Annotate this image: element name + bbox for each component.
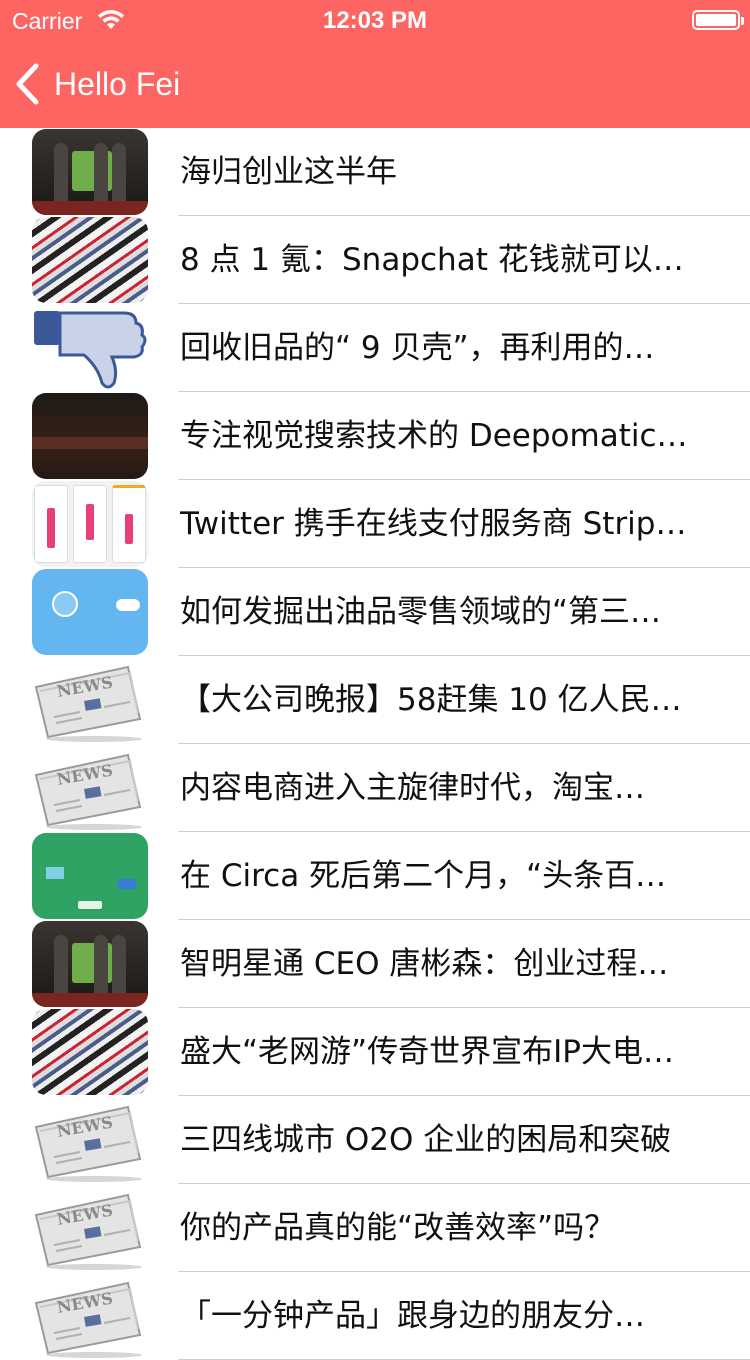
list-item[interactable]: 专注视觉搜索技术的 Deepomatic… <box>0 392 750 480</box>
nav-bar: Hello Fei <box>0 40 750 128</box>
news-icon: NEWS <box>32 1185 148 1271</box>
news-icon: NEWS <box>32 657 148 743</box>
list-item[interactable]: Twitter 携手在线支付服务商 Strip… <box>0 480 750 568</box>
article-title: Twitter 携手在线支付服务商 Strip… <box>180 506 687 542</box>
list-item[interactable]: 智明星通 CEO 唐彬森：创业过程… <box>0 920 750 1008</box>
article-title: 海归创业这半年 <box>180 154 397 190</box>
battery-icon <box>692 10 744 30</box>
list-item[interactable]: NEWS 你的产品真的能“改善效率”吗？ <box>0 1184 750 1272</box>
article-title: 在 Circa 死后第二个月，“头条百… <box>180 858 667 894</box>
list-item[interactable]: NEWS 【大公司晚报】58赶集 10 亿人民… <box>0 656 750 744</box>
article-title: 三四线城市 O2O 企业的困局和突破 <box>180 1122 672 1158</box>
status-bar: Carrier 12:03 PM <box>0 0 750 40</box>
list-item[interactable]: NEWS 内容电商进入主旋律时代，淘宝… <box>0 744 750 832</box>
article-title: 盛大“老网游”传奇世界宣布IP大电… <box>180 1034 674 1070</box>
article-title: 【大公司晚报】58赶集 10 亿人民… <box>180 682 682 718</box>
list-item[interactable]: 盛大“老网游”传奇世界宣布IP大电… <box>0 1008 750 1096</box>
article-title: 如何发掘出油品零售领域的“第三… <box>180 594 662 630</box>
back-label: Hello Fei <box>54 65 181 102</box>
stage-photo-thumbnail <box>32 921 148 1007</box>
list-item[interactable]: 8 点 1 氪：Snapchat 花钱就可以… <box>0 216 750 304</box>
list-item[interactable]: NEWS 「一分钟产品」跟身边的朋友分… <box>0 1272 750 1360</box>
green-app-thumbnail <box>32 833 148 919</box>
thumbs-down-icon <box>32 305 148 391</box>
article-title: 智明星通 CEO 唐彬森：创业过程… <box>180 946 669 982</box>
chevron-left-icon <box>16 63 39 105</box>
article-title: 专注视觉搜索技术的 Deepomatic… <box>180 418 688 454</box>
news-icon: NEWS <box>32 1097 148 1183</box>
news-icon: NEWS <box>32 1273 148 1359</box>
article-list: 海归创业这半年 8 点 1 氪：Snapchat 花钱就可以… 回收旧品的“ 9… <box>0 128 750 1360</box>
header: Carrier 12:03 PM Hello Fei <box>0 0 750 128</box>
article-title: 内容电商进入主旋律时代，淘宝… <box>180 770 645 806</box>
list-item[interactable]: 回收旧品的“ 9 贝壳”，再利用的… <box>0 304 750 392</box>
list-item[interactable]: 如何发掘出油品零售领域的“第三… <box>0 568 750 656</box>
status-time: 12:03 PM <box>322 7 428 34</box>
list-item[interactable]: NEWS 三四线城市 O2O 企业的困局和突破 <box>0 1096 750 1184</box>
dark-web-thumbnail <box>32 393 148 479</box>
list-item[interactable]: 在 Circa 死后第二个月，“头条百… <box>0 832 750 920</box>
article-title: 你的产品真的能“改善效率”吗？ <box>180 1210 616 1246</box>
newspapers-thumbnail <box>32 217 148 303</box>
article-title: 「一分钟产品」跟身边的朋友分… <box>180 1298 645 1334</box>
back-button[interactable]: Hello Fei <box>14 60 180 108</box>
article-title: 回收旧品的“ 9 贝壳”，再利用的… <box>180 330 655 366</box>
stage-photo-thumbnail <box>32 129 148 215</box>
article-title: 8 点 1 氪：Snapchat 花钱就可以… <box>180 242 684 278</box>
blue-app-thumbnail <box>32 569 148 655</box>
app-screens-thumbnail <box>32 481 148 567</box>
list-item[interactable]: 海归创业这半年 <box>0 128 750 216</box>
newspapers-thumbnail <box>32 1009 148 1095</box>
news-icon: NEWS <box>32 745 148 831</box>
